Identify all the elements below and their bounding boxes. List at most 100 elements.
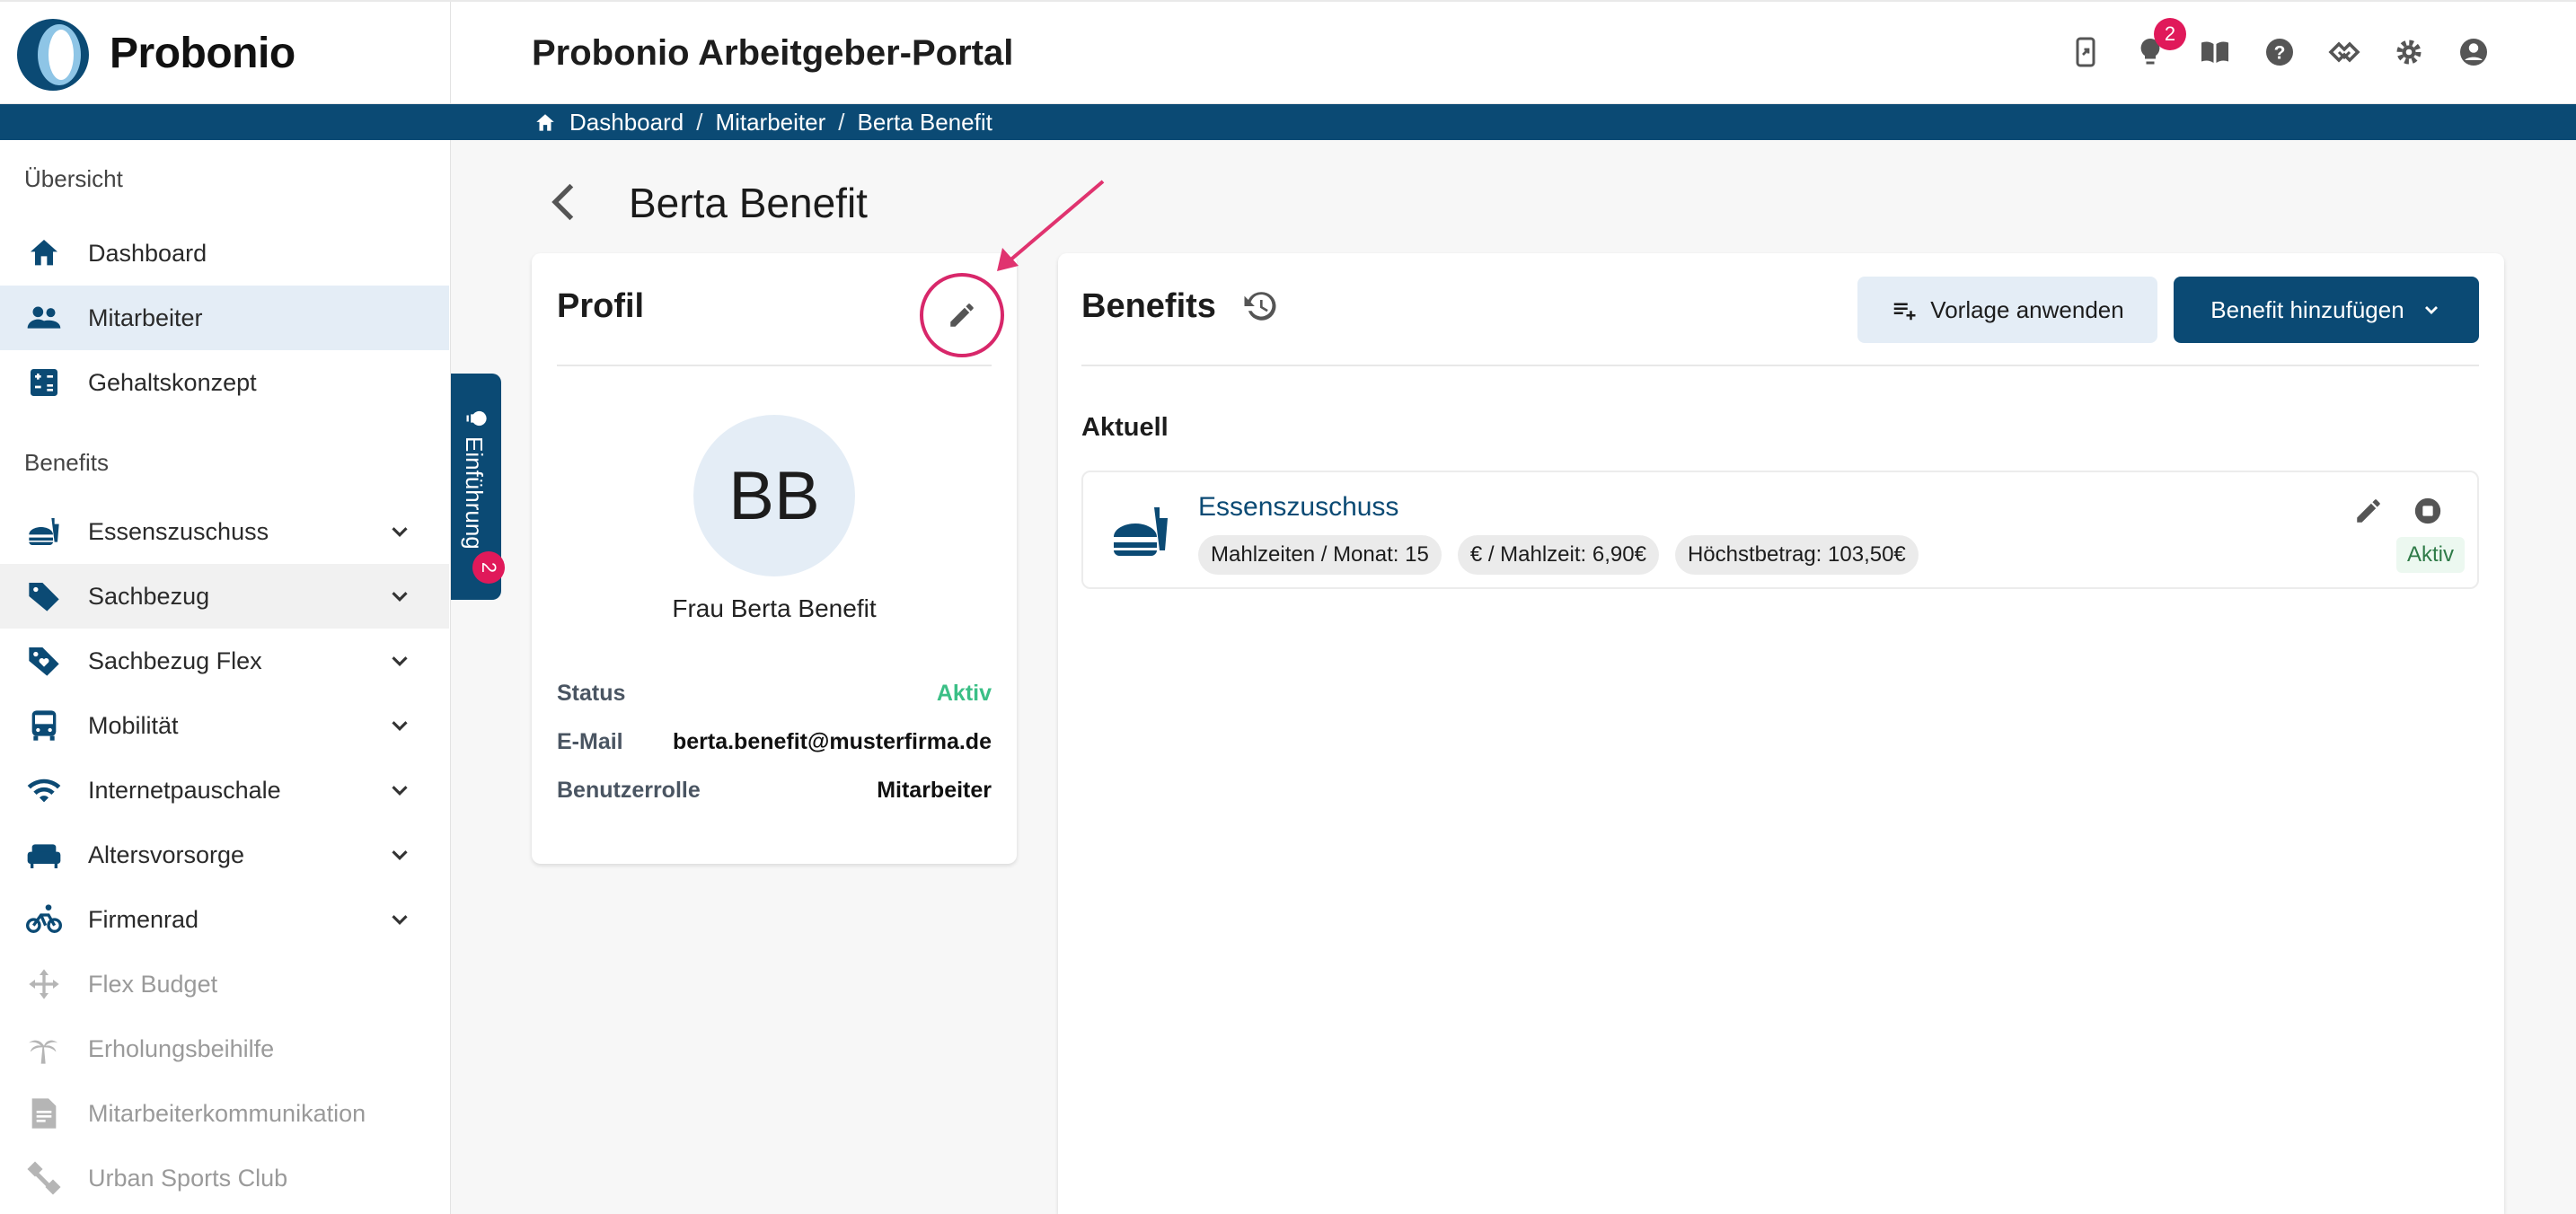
playlist-add-icon	[1894, 303, 1916, 321]
food-icon	[1114, 507, 1168, 556]
sidebar-item-label: Altersvorsorge	[88, 840, 245, 868]
chevron-down-icon	[2424, 306, 2438, 314]
gear-icon[interactable]	[2393, 34, 2425, 70]
sidebar-item-label: Mobilität	[88, 711, 179, 739]
sidebar-section-benefits: Benefits	[24, 449, 109, 476]
tag-heart-icon	[25, 642, 63, 680]
sidebar-item-label: Internetpauschale	[88, 776, 281, 804]
lightbulb-icon[interactable]: 2	[2134, 18, 2186, 70]
sidebar-item-label: Sachbezug Flex	[88, 647, 262, 674]
sidebar-item-gehaltskonzept[interactable]: Gehaltskonzept	[0, 350, 449, 415]
sidebar-item-sachbezug-flex[interactable]: Sachbezug Flex	[0, 629, 449, 693]
header-toolbar: 2 ?	[2069, 18, 2490, 70]
chevron-down-icon[interactable]	[386, 583, 413, 610]
sidebar: Übersicht Dashboard Mitarbeiter Gehaltsk…	[0, 140, 451, 1214]
benefit-name-link[interactable]: Essenszuschuss	[1198, 492, 1398, 523]
calculator-icon	[25, 364, 63, 401]
svg-text:?: ?	[2274, 43, 2286, 64]
breadcrumb-dashboard[interactable]: Dashboard	[569, 109, 684, 136]
stop-circle-icon[interactable]	[2413, 496, 2443, 526]
profile-edit-button[interactable]	[920, 273, 1004, 357]
chevron-down-icon[interactable]	[386, 777, 413, 804]
profile-row-email: E-Mail berta.benefit@musterfirma.de	[557, 724, 992, 760]
sidebar-item-dashboard[interactable]: Dashboard	[0, 221, 449, 286]
brand-name: Probonio	[110, 30, 296, 77]
chevron-down-icon[interactable]	[386, 841, 413, 868]
profile-role-value: Mitarbeiter	[877, 777, 992, 803]
sidebar-item-internetpauschale[interactable]: Internetpauschale	[0, 758, 449, 823]
help-icon[interactable]: ?	[2263, 34, 2296, 70]
sidebar-item-mitarbeiterkommunikation[interactable]: Mitarbeiterkommunikation	[0, 1081, 449, 1146]
breadcrumb: Dashboard / Mitarbeiter / Berta Benefit	[534, 109, 992, 136]
wifi-icon	[25, 771, 63, 809]
profile-title: Profil	[557, 287, 645, 325]
sidebar-item-urban-sports-club[interactable]: Urban Sports Club	[0, 1146, 449, 1210]
intro-tab-label: Einführung	[461, 436, 488, 550]
sofa-icon	[25, 836, 63, 874]
apply-template-button[interactable]: Vorlage anwenden	[1857, 277, 2157, 343]
chevron-down-icon[interactable]	[386, 906, 413, 933]
phone-app-icon[interactable]	[2069, 34, 2102, 70]
sidebar-section-overview: Übersicht	[24, 165, 123, 192]
list-item[interactable]: Essenszuschuss Mahlzeiten / Monat: 15 € …	[1081, 471, 2479, 589]
sidebar-item-mitarbeiter[interactable]: Mitarbeiter	[0, 286, 449, 350]
sidebar-item-flex-budget[interactable]: Flex Budget	[0, 952, 449, 1016]
chevron-down-icon[interactable]	[386, 712, 413, 739]
sidebar-item-essenszuschuss[interactable]: Essenszuschuss	[0, 499, 449, 564]
sidebar-item-altersvorsorge[interactable]: Altersvorsorge	[0, 823, 449, 887]
sidebar-item-label: Urban Sports Club	[88, 1164, 288, 1192]
history-icon[interactable]	[1241, 287, 1279, 325]
sidebar-item-firmenrad[interactable]: Firmenrad	[0, 887, 449, 952]
status-badge: Aktiv	[936, 680, 992, 706]
profile-card: Profil BB Frau Berta Benefit Status Akti…	[532, 253, 1017, 864]
home-icon[interactable]	[534, 111, 557, 135]
benefits-card: Benefits Vorlage anwenden Benefit hinzuf…	[1058, 253, 2504, 1214]
app-header: Probonio Probonio Arbeitgeber-Portal 2 ?	[0, 0, 2576, 106]
profile-email-value: berta.benefit@musterfirma.de	[672, 728, 992, 754]
document-icon	[25, 1095, 63, 1132]
breadcrumb-mitarbeiter[interactable]: Mitarbeiter	[715, 109, 825, 136]
profile-row-key: Benutzerrolle	[557, 777, 701, 803]
lightbulb-icon	[466, 410, 487, 427]
intro-badge: 2	[472, 551, 505, 584]
avatar: BB	[693, 415, 855, 576]
book-icon[interactable]	[2199, 34, 2231, 70]
benefit-chip: Mahlzeiten / Monat: 15	[1198, 535, 1442, 575]
palm-icon	[25, 1030, 63, 1068]
add-benefit-label: Benefit hinzufügen	[2210, 295, 2404, 323]
sidebar-item-label: Sachbezug	[88, 582, 210, 610]
pencil-icon[interactable]	[2353, 496, 2384, 526]
profile-divider	[557, 365, 992, 366]
sidebar-item-mobilitaet[interactable]: Mobilität	[0, 693, 449, 758]
sidebar-item-label: Essenszuschuss	[88, 517, 269, 545]
back-arrow-icon[interactable]	[546, 180, 582, 224]
sidebar-item-label: Mitarbeiterkommunikation	[88, 1099, 366, 1127]
breadcrumb-bar: Dashboard / Mitarbeiter / Berta Benefit	[0, 104, 2576, 140]
sidebar-item-label: Dashboard	[88, 239, 207, 267]
probonio-logo-icon	[17, 19, 89, 91]
tag-icon	[25, 577, 63, 615]
account-icon[interactable]	[2457, 34, 2490, 70]
benefit-chip: Höchstbetrag: 103,50€	[1674, 535, 1919, 575]
sidebar-item-label: Gehaltskonzept	[88, 368, 257, 396]
pencil-icon	[950, 304, 974, 327]
breadcrumb-current: Berta Benefit	[857, 109, 992, 136]
sidebar-item-erholungsbeihilfe[interactable]: Erholungsbeihilfe	[0, 1016, 449, 1081]
sidebar-item-sachbezug[interactable]: Sachbezug	[0, 564, 449, 629]
apply-template-label: Vorlage anwenden	[1930, 295, 2124, 323]
benefits-title: Benefits	[1081, 287, 1216, 325]
chevron-down-icon[interactable]	[386, 518, 413, 545]
home-icon	[25, 234, 63, 272]
add-benefit-button[interactable]: Benefit hinzufügen	[2174, 277, 2479, 343]
handshake-icon[interactable]	[2328, 34, 2360, 70]
profile-row-key: E-Mail	[557, 728, 623, 754]
profile-row-key: Status	[557, 680, 626, 706]
benefit-chip: € / Mahlzeit: 6,90€	[1457, 535, 1659, 575]
benefits-divider	[1081, 365, 2479, 366]
page-title: Berta Benefit	[629, 180, 868, 226]
chevron-down-icon[interactable]	[386, 647, 413, 674]
logo-area[interactable]: Probonio	[0, 2, 451, 106]
profile-full-name: Frau Berta Benefit	[672, 594, 877, 622]
sidebar-item-label: Flex Budget	[88, 970, 218, 998]
status-badge: Aktiv	[2396, 537, 2466, 573]
